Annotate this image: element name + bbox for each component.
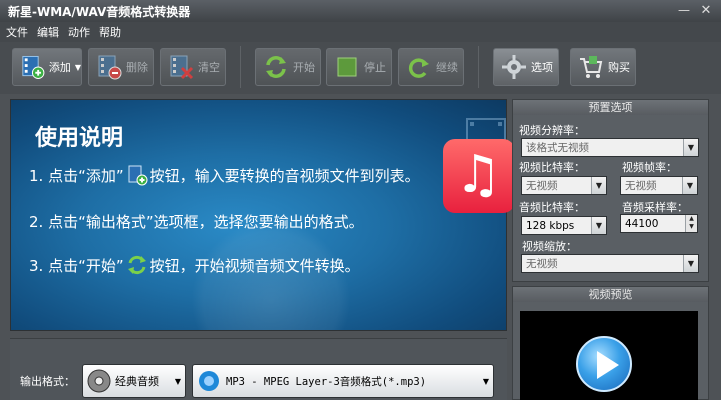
options-button[interactable]: 选项 <box>493 48 559 86</box>
buy-button-label: 购买 <box>608 61 630 74</box>
framerate-value: 无视频 <box>625 180 657 192</box>
toolbar: 添加 ▼ 删除 清空 开始 停止 继续 选项 购买 <box>0 42 721 94</box>
chevron-down-icon[interactable]: ▼ <box>682 177 697 194</box>
instruction-line-3-end: 按钮，开始视频音频文件转换。 <box>149 256 360 275</box>
film-remove-icon <box>98 55 122 80</box>
preset-category-select[interactable]: 经典音频 ▼ <box>82 364 186 398</box>
instruction-line-1: 1. 点击“添加” 按钮，输入要转换的音视频文件到列表。 <box>29 164 420 186</box>
audio-bitrate-select[interactable]: 128 kbps ▼ <box>521 216 607 235</box>
audio-bitrate-value: 128 kbps <box>526 219 575 232</box>
resume-button[interactable]: 继续 <box>398 48 464 86</box>
refresh-icon <box>266 56 286 78</box>
samplerate-stepper[interactable]: 44100 ▲ ▼ <box>620 214 698 233</box>
music-note-icon: ♫ <box>443 139 515 213</box>
resume-icon <box>408 58 429 78</box>
output-format-select[interactable]: MP3 - MPEG Layer-3音频格式(*.mp3) ▼ <box>192 364 494 398</box>
clear-button[interactable]: 清空 <box>160 48 226 86</box>
disc-icon <box>87 369 111 393</box>
resume-button-label: 继续 <box>436 61 458 74</box>
minimize-button[interactable]: — <box>675 3 693 19</box>
samplerate-label: 音频采样率： <box>622 201 688 214</box>
video-bitrate-value: 无视频 <box>526 180 558 192</box>
instruction-line-1-end: 按钮，输入要转换的音视频文件到列表。 <box>149 166 420 185</box>
spinner-arrows-icon[interactable]: ▲ ▼ <box>685 215 697 232</box>
film-add-icon <box>22 55 45 79</box>
stop-icon <box>337 57 357 77</box>
start-button[interactable]: 开始 <box>255 48 321 86</box>
menu-bar: 文件 编辑 动作 帮助 <box>0 22 721 42</box>
preset-options-title: 预置选项 <box>513 100 708 115</box>
audio-format-icon <box>199 371 219 391</box>
clear-button-label: 清空 <box>198 61 220 74</box>
refresh-icon <box>127 255 146 275</box>
play-button[interactable] <box>576 336 632 392</box>
framerate-label: 视频帧率： <box>622 161 677 174</box>
menu-file[interactable]: 文件 <box>6 24 28 40</box>
options-button-label: 选项 <box>531 61 553 74</box>
menu-help[interactable]: 帮助 <box>99 24 121 40</box>
title-bar: 新星-WMA/WAV音频格式转换器 — ✕ <box>0 0 721 22</box>
output-format-label: 输出格式： <box>20 375 75 388</box>
add-button[interactable]: 添加 ▼ <box>12 48 82 86</box>
chevron-down-icon[interactable]: ▼ <box>75 63 81 72</box>
stop-button-label: 停止 <box>364 61 386 74</box>
shopping-cart-icon <box>580 56 603 78</box>
add-button-label: 添加 <box>48 61 71 74</box>
banner-heading: 使用说明 <box>35 126 124 151</box>
film-add-icon <box>128 165 148 186</box>
resolution-label: 视频分辨率： <box>519 124 585 137</box>
gear-icon <box>502 55 526 79</box>
chevron-down-icon[interactable]: ▼ <box>683 139 698 156</box>
toolbar-divider <box>478 46 479 88</box>
window-title: 新星-WMA/WAV音频格式转换器 <box>8 5 191 19</box>
stop-button[interactable]: 停止 <box>326 48 392 86</box>
chevron-down-icon[interactable]: ▼ <box>175 377 181 386</box>
delete-button[interactable]: 删除 <box>88 48 154 86</box>
delete-button-label: 删除 <box>126 61 148 74</box>
instruction-banner: 使用说明 1. 点击“添加” 按钮，输入要转换的音视频文件到列表。 2. 点击“… <box>10 99 507 331</box>
instruction-line-1-start: 1. 点击“添加” <box>29 166 124 185</box>
chevron-down-icon[interactable]: ▼ <box>683 255 698 272</box>
zoom-select[interactable]: 无视频 ▼ <box>521 254 699 273</box>
framerate-select[interactable]: 无视频 ▼ <box>620 176 698 195</box>
start-button-label: 开始 <box>293 61 315 74</box>
close-button[interactable]: ✕ <box>697 3 715 19</box>
instruction-line-3: 3. 点击“开始” 按钮，开始视频音频文件转换。 <box>29 254 360 276</box>
play-icon <box>597 351 619 379</box>
video-bitrate-select[interactable]: 无视频 ▼ <box>521 176 607 195</box>
resolution-select[interactable]: 该格式无视频 ▼ <box>521 138 699 157</box>
audio-bitrate-label: 音频比特率： <box>519 201 585 214</box>
menu-edit[interactable]: 编辑 <box>37 24 59 40</box>
chevron-down-icon[interactable]: ▼ <box>591 217 606 234</box>
instruction-line-2: 2. 点击“输出格式”选项框，选择您要输出的格式。 <box>29 213 364 231</box>
zoom-value: 无视频 <box>526 258 558 270</box>
instruction-line-3-start: 3. 点击“开始” <box>29 256 124 275</box>
samplerate-value: 44100 <box>625 217 659 230</box>
menu-action[interactable]: 动作 <box>68 24 90 40</box>
zoom-label: 视频缩放： <box>522 240 577 253</box>
toolbar-divider <box>240 46 241 88</box>
chevron-down-icon[interactable]: ▼ <box>483 377 489 386</box>
video-bitrate-label: 视频比特率： <box>519 161 585 174</box>
output-format-value: MP3 - MPEG Layer-3音频格式(*.mp3) <box>226 375 427 388</box>
chevron-down-icon[interactable]: ▼ <box>591 177 606 194</box>
preset-category-value: 经典音频 <box>115 375 159 388</box>
video-preview-title: 视频预览 <box>513 287 708 302</box>
resolution-value: 该格式无视频 <box>526 142 589 154</box>
buy-button[interactable]: 购买 <box>570 48 636 86</box>
film-clear-icon <box>170 55 194 80</box>
